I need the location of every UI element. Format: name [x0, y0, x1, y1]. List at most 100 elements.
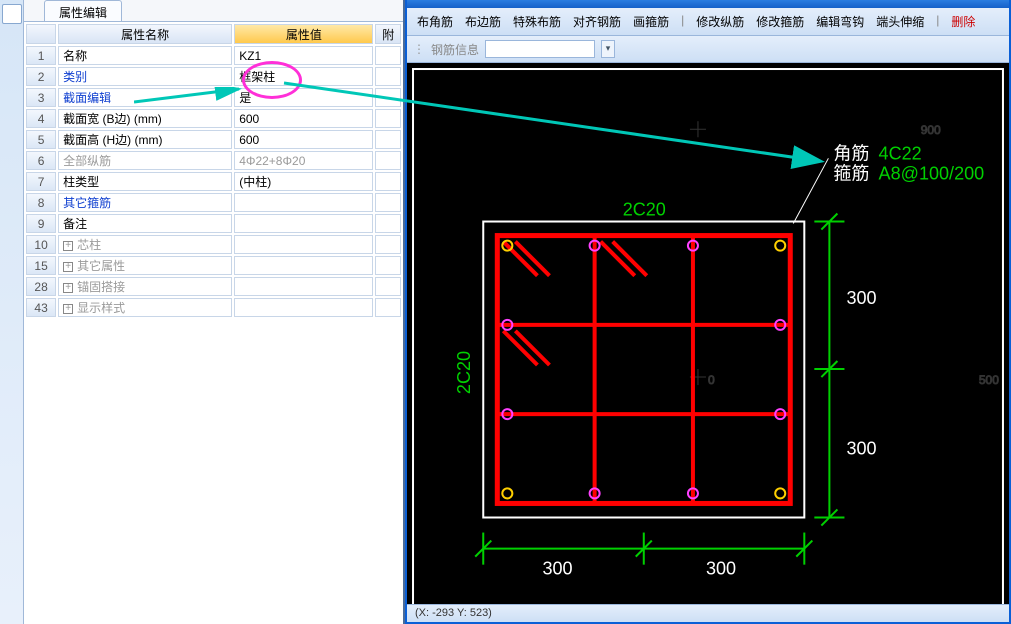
prop-extra	[375, 256, 401, 275]
prop-value[interactable]	[234, 256, 373, 275]
svg-text:300: 300	[846, 288, 876, 308]
rebar-info-input[interactable]	[485, 40, 595, 58]
prop-extra	[375, 130, 401, 149]
toolbar: 布角筋布边筋特殊布筋对齐钢筋画箍筋|修改纵筋修改箍筋编辑弯钩端头伸缩|删除	[407, 8, 1009, 36]
row-number: 43	[26, 298, 56, 317]
svg-text:角筋: 角筋	[833, 143, 869, 163]
prop-value[interactable]: 框架柱	[234, 67, 373, 86]
prop-extra	[375, 46, 401, 65]
prop-name: 全部纵筋	[58, 151, 232, 170]
property-row[interactable]: 1名称KZ1	[26, 46, 401, 65]
toolbar-布边筋[interactable]: 布边筋	[461, 11, 505, 32]
svg-text:0: 0	[708, 373, 715, 387]
prop-extra	[375, 151, 401, 170]
toolbar-特殊布筋[interactable]: 特殊布筋	[509, 11, 565, 32]
svg-text:A8@100/200: A8@100/200	[879, 163, 985, 183]
header-value[interactable]: 属性值	[234, 24, 373, 44]
status-bar: (X: -293 Y: 523)	[407, 604, 1009, 622]
row-number: 1	[26, 46, 56, 65]
toolbar-端头伸缩[interactable]: 端头伸缩	[872, 11, 928, 32]
prop-extra	[375, 277, 401, 296]
prop-name: 截面编辑	[58, 88, 232, 107]
prop-value[interactable]: 是	[234, 88, 373, 107]
property-row[interactable]: 4截面宽 (B边) (mm)600	[26, 109, 401, 128]
expand-icon[interactable]: +	[63, 283, 73, 293]
prop-name: 其它箍筋	[58, 193, 232, 212]
info-bar: ⋮ 钢筋信息 ▾	[407, 36, 1009, 63]
toolbar-修改箍筋[interactable]: 修改箍筋	[752, 11, 808, 32]
left-toolstrip	[0, 0, 24, 624]
expand-icon[interactable]: +	[63, 262, 73, 272]
prop-name: +其它属性	[58, 256, 232, 275]
prop-name: 柱类型	[58, 172, 232, 191]
prop-value[interactable]	[234, 235, 373, 254]
property-row[interactable]: 6全部纵筋4Φ22+8Φ20	[26, 151, 401, 170]
header-rownum	[26, 24, 56, 44]
row-number: 28	[26, 277, 56, 296]
prop-name: 截面高 (H边) (mm)	[58, 130, 232, 149]
property-panel: 属性编辑 属性名称 属性值 附 1名称KZ1 2类别框架柱 3截面编辑是 4截面宽 (…	[0, 0, 405, 624]
prop-name: 名称	[58, 46, 232, 65]
prop-name: +显示样式	[58, 298, 232, 317]
property-row[interactable]: 2类别框架柱	[26, 67, 401, 86]
prop-extra	[375, 172, 401, 191]
expand-icon[interactable]: +	[63, 241, 73, 251]
row-number: 4	[26, 109, 56, 128]
header-extra[interactable]: 附	[375, 24, 401, 44]
prop-extra	[375, 88, 401, 107]
prop-extra	[375, 109, 401, 128]
section-drawing: 900 0 500 角筋 4C22 箍筋 A8@100/200	[407, 63, 1009, 604]
prop-value[interactable]	[234, 193, 373, 212]
prop-name: 备注	[58, 214, 232, 233]
prop-value[interactable]	[234, 277, 373, 296]
property-grid: 属性名称 属性值 附 1名称KZ1 2类别框架柱 3截面编辑是 4截面宽 (B边) (…	[24, 22, 403, 319]
prop-value[interactable]	[234, 298, 373, 317]
prop-value[interactable]: KZ1	[234, 46, 373, 65]
prop-value[interactable]: 600	[234, 109, 373, 128]
toolbar-画箍筋[interactable]: 画箍筋	[629, 11, 673, 32]
window-titlebar	[407, 0, 1009, 8]
property-row[interactable]: 28+锚固搭接	[26, 277, 401, 296]
cad-canvas[interactable]: 900 0 500 角筋 4C22 箍筋 A8@100/200	[407, 63, 1009, 604]
toolbar-编辑弯钩[interactable]: 编辑弯钩	[812, 11, 868, 32]
prop-name: +芯柱	[58, 235, 232, 254]
property-row[interactable]: 3截面编辑是	[26, 88, 401, 107]
prop-value[interactable]: (中柱)	[234, 172, 373, 191]
toolbar-布角筋[interactable]: 布角筋	[413, 11, 457, 32]
row-number: 9	[26, 214, 56, 233]
property-row[interactable]: 9备注	[26, 214, 401, 233]
toolbar-对齐钢筋[interactable]: 对齐钢筋	[569, 11, 625, 32]
tab-properties[interactable]: 属性编辑	[44, 0, 122, 21]
prop-name: 类别	[58, 67, 232, 86]
header-name[interactable]: 属性名称	[58, 24, 232, 44]
prop-value[interactable]	[234, 214, 373, 233]
row-number: 5	[26, 130, 56, 149]
dropdown-toggle[interactable]: ▾	[601, 40, 615, 58]
property-row[interactable]: 5截面高 (H边) (mm)600	[26, 130, 401, 149]
svg-text:箍筋: 箍筋	[833, 163, 869, 183]
property-row[interactable]: 8其它箍筋	[26, 193, 401, 212]
prop-extra	[375, 214, 401, 233]
svg-text:300: 300	[706, 559, 736, 579]
prop-value[interactable]: 600	[234, 130, 373, 149]
row-number: 7	[26, 172, 56, 191]
tool-button[interactable]	[2, 4, 22, 24]
property-row[interactable]: 7柱类型(中柱)	[26, 172, 401, 191]
toolbar-删除[interactable]: 删除	[947, 11, 979, 32]
prop-extra	[375, 298, 401, 317]
prop-value[interactable]: 4Φ22+8Φ20	[234, 151, 373, 170]
svg-text:2C20: 2C20	[623, 200, 666, 220]
svg-text:300: 300	[542, 559, 572, 579]
expand-icon[interactable]: +	[63, 304, 73, 314]
row-number: 15	[26, 256, 56, 275]
separator: |	[932, 11, 943, 32]
row-number: 10	[26, 235, 56, 254]
property-row[interactable]: 15+其它属性	[26, 256, 401, 275]
row-number: 6	[26, 151, 56, 170]
property-row[interactable]: 10+芯柱	[26, 235, 401, 254]
property-row[interactable]: 43+显示样式	[26, 298, 401, 317]
prop-name: 截面宽 (B边) (mm)	[58, 109, 232, 128]
toolbar-修改纵筋[interactable]: 修改纵筋	[692, 11, 748, 32]
info-label: 钢筋信息	[431, 41, 479, 58]
row-number: 8	[26, 193, 56, 212]
